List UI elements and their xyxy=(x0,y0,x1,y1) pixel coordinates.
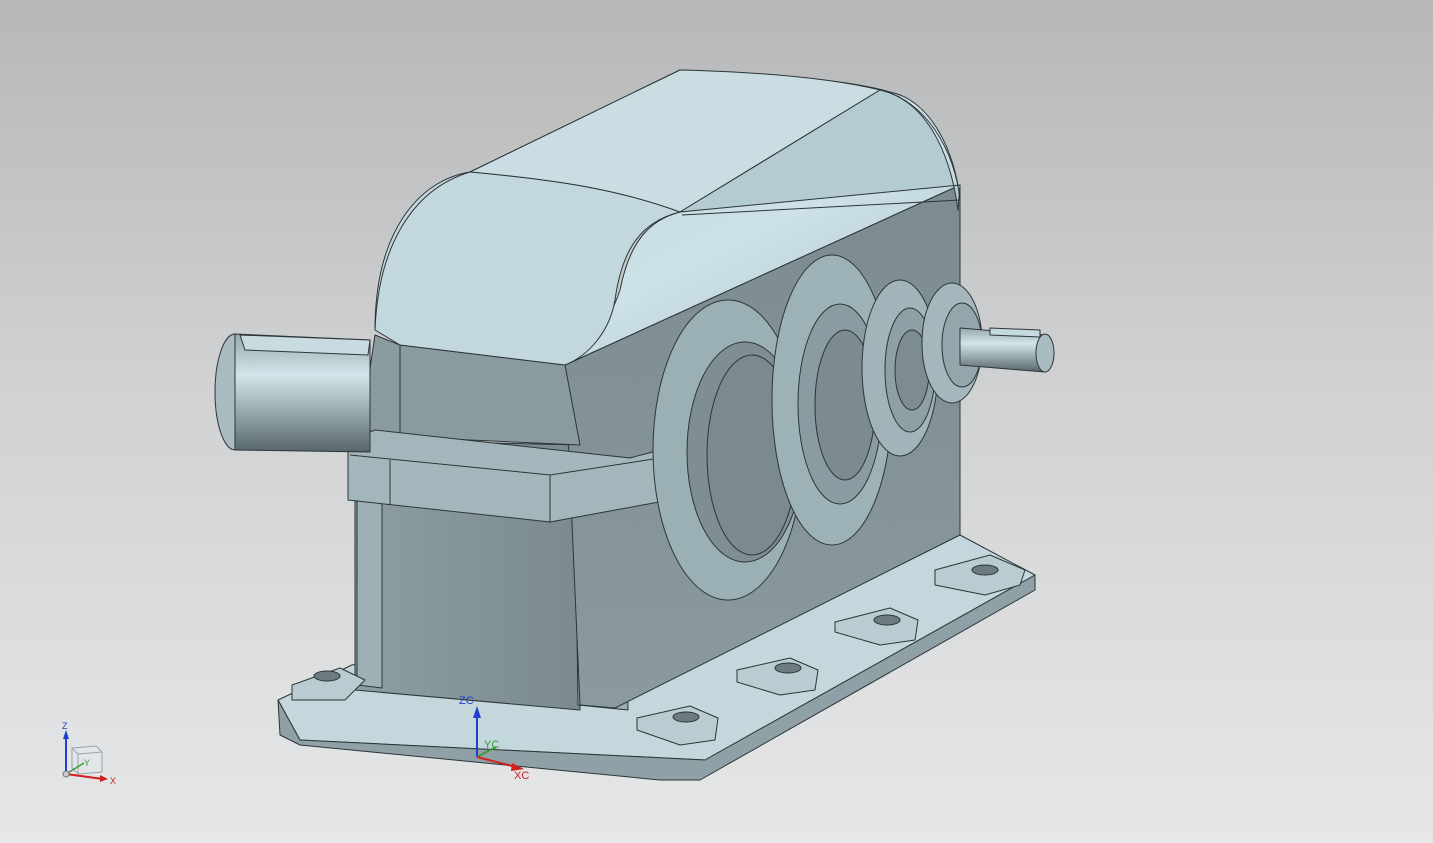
gearbox-model[interactable]: ZC YC XC Z Y X xyxy=(0,0,1433,843)
view-x-axis xyxy=(65,773,104,780)
right-shaft-end xyxy=(1035,333,1055,373)
view-triad[interactable]: Z Y X xyxy=(62,721,116,786)
view-y-label: Y xyxy=(84,758,90,768)
view-z-label: Z xyxy=(62,721,68,731)
housing-rib-left xyxy=(356,474,383,689)
wcs-y-label: YC xyxy=(484,739,499,751)
right-shaft-key xyxy=(989,327,1041,338)
wcs-z-label: ZC xyxy=(459,695,474,707)
view-x-label: X xyxy=(110,776,116,786)
wcs-x-label: XC xyxy=(514,770,529,782)
graphics-viewport[interactable]: ZC YC XC Z Y X xyxy=(0,0,1433,843)
